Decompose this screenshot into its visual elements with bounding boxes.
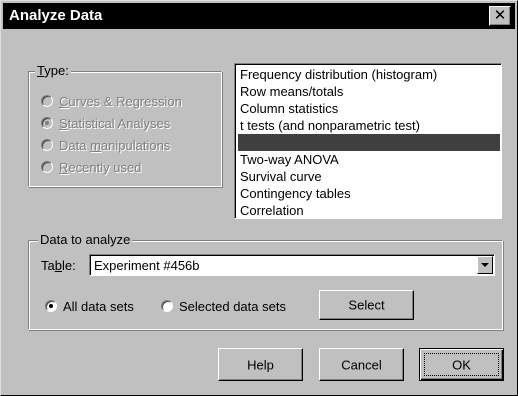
cancel-button[interactable]: Cancel xyxy=(319,348,404,381)
radio-label: Selected data sets xyxy=(179,299,286,314)
close-icon: ✕ xyxy=(493,7,507,24)
analysis-listbox[interactable]: Frequency distribution (histogram) Row m… xyxy=(234,63,502,219)
radio-label: Recently used xyxy=(59,160,142,175)
dialog-title: Analyze Data xyxy=(9,7,103,24)
list-item[interactable]: Two-way ANOVA xyxy=(238,151,500,168)
ok-button[interactable]: OK xyxy=(419,348,504,381)
list-item-selected[interactable] xyxy=(238,134,500,151)
help-button[interactable]: Help xyxy=(218,348,303,381)
radio-circle[interactable] xyxy=(45,300,57,312)
list-item[interactable]: Correlation xyxy=(238,202,500,218)
select-button[interactable]: Select xyxy=(319,290,414,320)
radio-label: Statistical Analyses xyxy=(59,116,171,131)
table-value: Experiment #456b xyxy=(94,258,200,273)
analyze-data-dialog: Analyze Data ✕ Type: Curves & Regression… xyxy=(0,0,518,396)
list-item[interactable]: t tests (and nonparametric test) xyxy=(238,117,500,134)
radio-circle[interactable] xyxy=(161,300,173,312)
radio-label: Curves & Regression xyxy=(59,94,182,109)
radio-label: All data sets xyxy=(63,299,134,314)
radio-label: Data manipulations xyxy=(59,138,171,153)
radio-circle[interactable] xyxy=(41,117,53,129)
chevron-down-icon xyxy=(481,263,489,267)
table-label: Table: xyxy=(41,258,76,273)
list-item[interactable]: Contingency tables xyxy=(238,185,500,202)
list-item[interactable]: Row means/totals xyxy=(238,83,500,100)
dropdown-button[interactable] xyxy=(477,256,493,274)
list-item[interactable]: Frequency distribution (histogram) xyxy=(238,66,500,83)
close-button[interactable]: ✕ xyxy=(489,6,511,26)
data-group-legend: Data to analyze xyxy=(38,232,133,247)
list-item[interactable]: Survival curve xyxy=(238,168,500,185)
type-group-legend: Type: xyxy=(35,63,71,78)
radio-circle[interactable] xyxy=(41,161,53,173)
list-item[interactable]: Column statistics xyxy=(238,100,500,117)
table-combobox[interactable]: Experiment #456b xyxy=(89,254,495,276)
radio-circle[interactable] xyxy=(41,95,53,107)
radio-circle[interactable] xyxy=(41,139,53,151)
title-bar[interactable]: Analyze Data ✕ xyxy=(3,3,515,29)
